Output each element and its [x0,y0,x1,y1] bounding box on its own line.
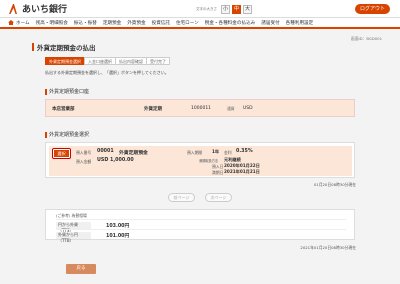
font-size-label: 文字の大きさ [196,7,217,11]
account-section-title: 外貨定期預金口座 [49,89,90,95]
account-currency: USD [243,106,253,111]
ttb-label: 外貨から円（TTB） [56,232,91,243]
nav-item-home[interactable]: ホーム [8,20,30,26]
screen-id: 画面ID：BGD001 [350,36,382,41]
section-accent [45,88,47,95]
section-accent [45,131,47,138]
page: あいち銀行 文字の大きさ 小 中 大 ログアウト ホーム 残高・明細照会 振込・… [0,0,400,284]
ttb-row: 外貨から円（TTB） 101.00円 [56,229,346,243]
tts-row: 円から外貨（TTS） 103.00円 [56,219,346,233]
home-icon [8,20,14,25]
step-confirm: 払出内容確認 [115,57,147,65]
nav-item-balance[interactable]: 残高・明細照会 [36,20,68,26]
step-indicator: 外貨定期預金選択 入金口座選択 払出内容確認 受付完了 [45,57,170,65]
deposit-rate: 0.35% [236,149,253,154]
maturity-date: 2021年01月21日 [224,169,260,174]
select-button[interactable]: 選択 [52,148,71,159]
page-title-text: 外貨定期預金の払出 [37,44,96,52]
nav-item-home-label: ホーム [16,20,30,26]
tts-label: 円から外貨（TTS） [56,222,91,233]
back-button[interactable]: 戻る [66,264,96,274]
step-select-account: 入金口座選択 [84,57,116,65]
tts-value: 103.00円 [106,224,130,229]
exchange-rate-box: (ご参考) 為替相場 円から外貨（TTS） 103.00円 外貨から円（TTB）… [45,209,355,243]
deposit-period: 1年 [212,149,220,154]
step-complete: 受付完了 [146,57,170,65]
font-size-large-button[interactable]: 大 [243,5,252,14]
account-section-heading: 外貨定期預金口座 [45,88,89,95]
nav-item-investment-trust[interactable]: 投資信託 [152,20,170,26]
nav-item-housing-loan[interactable]: 住宅ローン [176,20,199,26]
list-timestamp: 01月20日08時30分現在 [313,182,356,187]
font-size-medium-button[interactable]: 中 [232,5,241,14]
ttb-value: 101.00円 [106,234,130,239]
rate-timestamp: 2021年01月20日08時30分現在 [300,245,356,250]
deposit-section-heading: 外貨定期預金選択 [45,131,89,138]
account-number: 1000011 [191,106,212,111]
title-accent [32,43,34,51]
deposit-no-label: 預入番号 [76,150,92,155]
nav-item-time-deposit[interactable]: 定期預金 [103,20,121,26]
bank-logo-icon [9,3,17,14]
nav-item-settings[interactable]: 各種利用設定 [286,20,314,26]
logo-text: あいち銀行 [22,5,68,15]
account-branch: 本店営業部 [52,107,75,112]
logout-button[interactable]: ログアウト [355,4,390,14]
maturity-date-label: 満期日 [212,170,224,175]
font-size-small-button[interactable]: 小 [221,5,230,14]
maturity-method-label: 満期取扱方法 [199,159,219,163]
deposit-amount: USD 1,000.00 [97,158,134,163]
next-page-button[interactable]: 次ページ [205,193,232,202]
font-size-switcher: 文字の大きさ 小 中 大 [196,5,252,14]
deposit-row: 選択 預入番号 00001 外貨定期預金 預入金額 USD 1,000.00 預… [49,146,352,176]
main-nav: ホーム 残高・明細照会 振込・振替 定期預金 外貨預金 投資信託 住宅ローン 税… [0,18,400,29]
prev-page-button[interactable]: 前ページ [168,193,195,202]
nav-item-notifications[interactable]: 諸届受付 [261,20,279,26]
deposit-section-title: 外貨定期預金選択 [49,132,90,138]
page-title: 外貨定期預金の払出 [32,42,96,52]
nav-item-foreign-deposit[interactable]: 外貨預金 [127,20,145,26]
rate-label: 金利 [224,150,232,155]
account-row: 本店営業部 外貨定期 1000011 通貨 USD [45,99,355,117]
logo[interactable]: あいち銀行 [7,2,67,15]
header: あいち銀行 文字の大きさ 小 中 大 ログアウト [0,0,400,18]
deposit-table: 選択 預入番号 00001 外貨定期預金 預入金額 USD 1,000.00 預… [45,142,355,178]
amount-label: 預入金額 [76,159,92,164]
deposit-no: 00001 [97,149,114,154]
account-type: 外貨定期 [144,107,162,112]
deposit-type: 外貨定期預金 [119,151,148,156]
step-select-deposit: 外貨定期預金選択 [45,57,85,65]
nav-item-transfer[interactable]: 振込・振替 [74,20,97,26]
period-label: 預入期間 [187,150,203,155]
instruction-text: 払出する外貨定期預金を選択し、「選択」ボタンを押してください。 [45,70,169,75]
nav-item-tax-payment[interactable]: 税金・各種料金の払込み [205,20,256,26]
currency-label: 通貨 [227,106,235,111]
